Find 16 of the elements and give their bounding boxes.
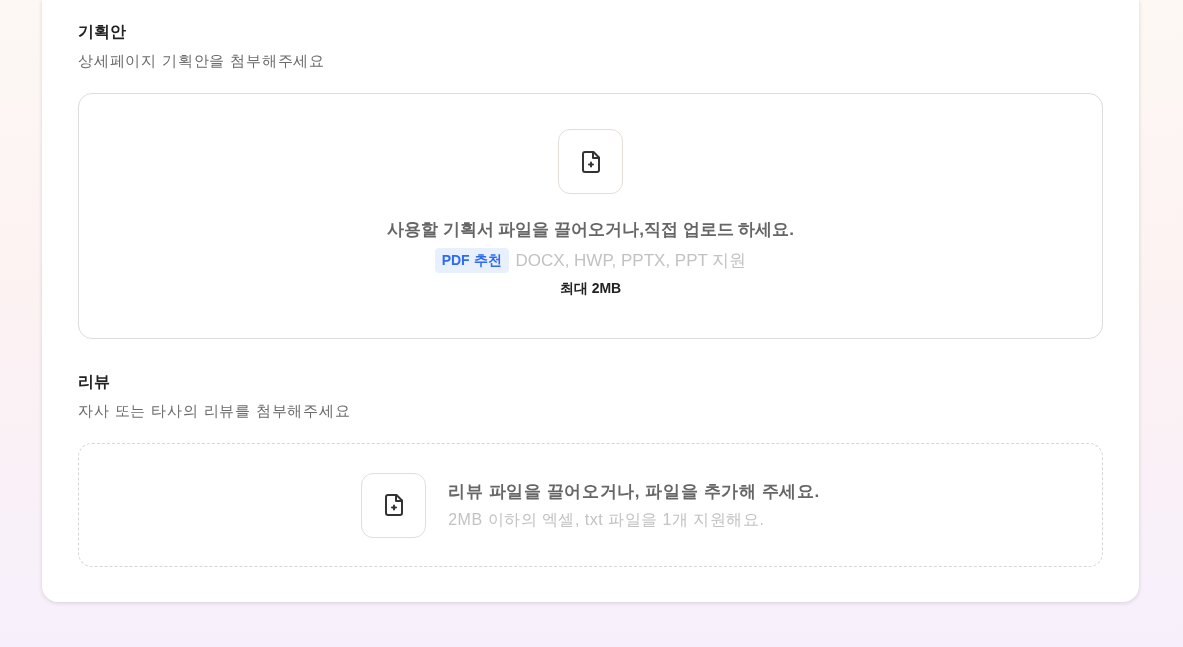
upload-button[interactable] bbox=[558, 129, 623, 194]
upload-dropzone[interactable]: 리뷰 파일을 끌어오거나, 파일을 추가해 주세요. 2MB 이하의 엑셀, txt 파일을 1개 지원해요. bbox=[78, 443, 1103, 567]
supported-formats-text: DOCX, HWP, PPTX, PPT 지원 bbox=[515, 249, 747, 272]
upload-hint: 2MB 이하의 엑셀, txt 파일을 1개 지원해요. bbox=[448, 509, 766, 530]
upload-dropzone[interactable]: 사용할 기획서 파일을 끌어오거나,직접 업로드 하세요. PDF 추천 DOCX, HWP, PPTX, PPT 지원 최대 2MB bbox=[78, 93, 1103, 339]
upload-message: 사용할 기획서 파일을 끌어오거나,직접 업로드 하세요. bbox=[386, 219, 795, 241]
section-title: 기획안 bbox=[78, 22, 127, 42]
file-size-limit: 최대 2MB bbox=[559, 279, 622, 297]
upload-message: 리뷰 파일을 끌어오거나, 파일을 추가해 주세요. bbox=[448, 480, 820, 503]
section-subtitle: 자사 또는 타사의 리뷰를 첨부해주세요 bbox=[78, 401, 352, 421]
file-plus-icon bbox=[383, 494, 404, 516]
file-plus-icon bbox=[580, 150, 601, 173]
upload-button[interactable] bbox=[361, 472, 427, 538]
section-title: 리뷰 bbox=[78, 372, 111, 392]
recommended-format-badge: PDF 추천 bbox=[434, 248, 509, 273]
section-subtitle: 상세페이지 기획안을 첨부해주세요 bbox=[78, 51, 326, 71]
